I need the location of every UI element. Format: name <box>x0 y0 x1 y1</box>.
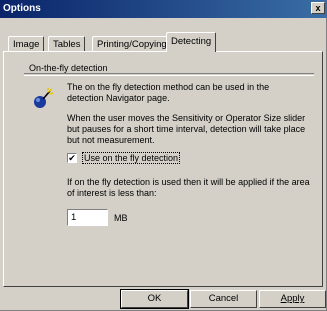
window-title: Options <box>3 3 41 14</box>
apply-button[interactable]: Apply <box>259 290 326 308</box>
tab-detecting[interactable]: Detecting <box>166 32 217 52</box>
details-line-2: but pauses for a short time interval, de… <box>67 124 306 134</box>
tab-tables[interactable]: Tables <box>48 36 86 51</box>
apply-button-label: Apply <box>280 293 305 304</box>
ok-button-label: OK <box>147 293 162 304</box>
threshold-text-line-1: If on the fly detection is used then it … <box>67 177 310 187</box>
cancel-button[interactable]: Cancel <box>190 290 257 308</box>
description-line-2: detection Navigator page. <box>67 93 170 103</box>
title-bar[interactable]: Options x <box>0 0 327 18</box>
details-line-1: When the user moves the Sensitivity or O… <box>67 113 306 123</box>
cancel-button-label: Cancel <box>208 293 239 304</box>
close-button[interactable]: x <box>311 2 325 14</box>
description-line-1: The on the fly detection method can be u… <box>67 82 270 92</box>
use-on-the-fly-label[interactable]: Use on the fly detection <box>82 152 181 164</box>
group-label: On-the-fly detection <box>29 63 108 73</box>
tab-printing-copying[interactable]: Printing/Copying <box>92 36 172 51</box>
tab-image[interactable]: Image <box>8 36 45 51</box>
ok-button[interactable]: OK <box>120 289 189 309</box>
detection-wand-icon <box>32 87 54 112</box>
use-on-the-fly-checkbox[interactable]: ✔ <box>67 153 77 163</box>
group-divider <box>24 73 314 76</box>
threshold-unit: MB <box>114 213 128 223</box>
details-line-3: but not measurement. <box>67 135 155 145</box>
threshold-input[interactable]: 1 <box>67 209 108 226</box>
options-dialog: Options x Image Tables Printing/Copying … <box>0 0 327 311</box>
threshold-text-line-2: of interest is less than: <box>67 188 157 198</box>
